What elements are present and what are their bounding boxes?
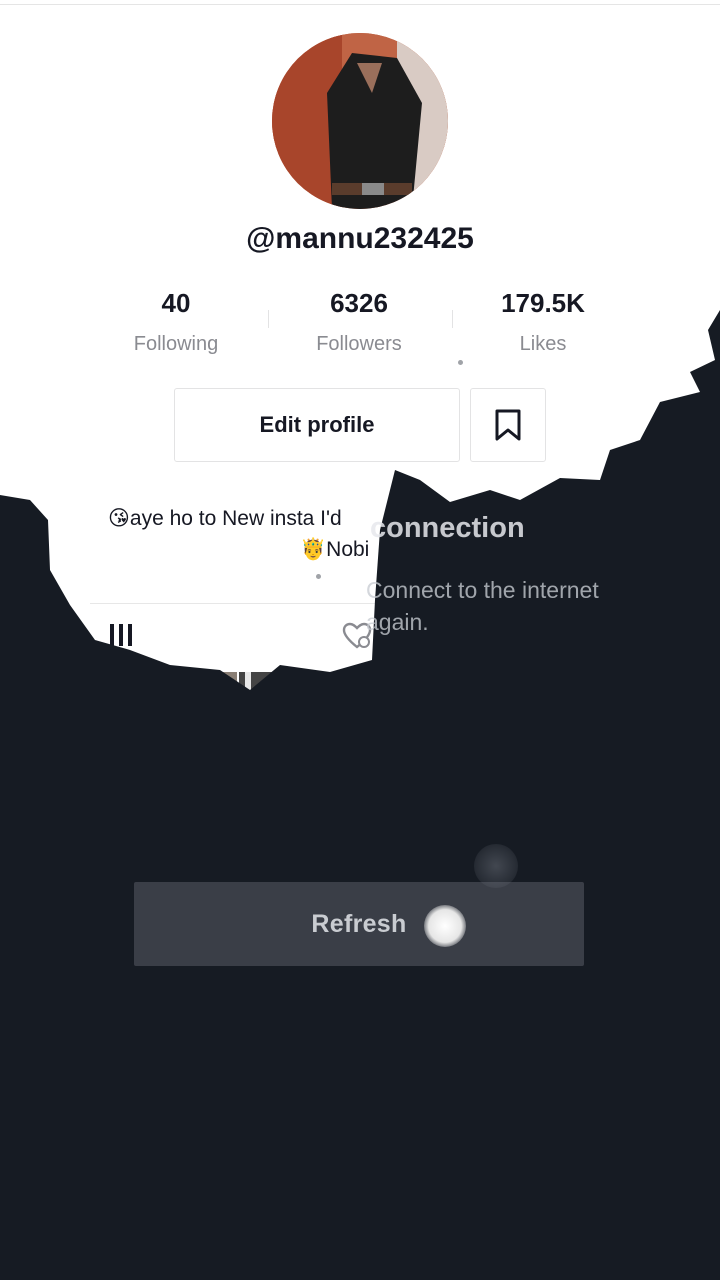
- grid-icon: [110, 624, 132, 646]
- top-divider: [0, 4, 720, 5]
- touch-indicator: [424, 905, 466, 947]
- following-count: 40: [161, 288, 191, 318]
- decor-dot: [458, 360, 463, 365]
- video-thumbnails[interactable]: [165, 672, 370, 742]
- followers-label: Followers: [316, 333, 402, 355]
- tabs-divider: [90, 603, 380, 604]
- stat-followers[interactable]: 6326 Followers: [269, 288, 449, 356]
- bookmark-icon: [495, 409, 521, 441]
- following-label: Following: [133, 333, 219, 355]
- stat-likes[interactable]: 179.5K Likes: [453, 288, 633, 356]
- avatar[interactable]: [272, 33, 448, 209]
- username: @mannu232425: [246, 222, 474, 255]
- refresh-button[interactable]: Refresh: [134, 882, 584, 966]
- no-connection-title: connection: [370, 512, 525, 544]
- followers-count: 6326: [330, 288, 388, 318]
- avatar-image: [272, 33, 448, 209]
- bio-line-2: 🤴Nobi: [300, 538, 370, 561]
- edit-profile-button[interactable]: Edit profile: [174, 388, 460, 462]
- touch-indicator: [474, 844, 518, 888]
- no-connection-message: Connect to the internet again.: [366, 577, 599, 635]
- likes-count: 179.5K: [501, 288, 585, 318]
- decor-dot: [316, 574, 321, 579]
- bio-line-1: 😘aye ho to New insta I'd: [108, 507, 342, 530]
- profile-torn-layer: @mannu232425 40 Following 6326 Followers…: [0, 0, 720, 742]
- likes-label: Likes: [519, 333, 567, 355]
- stat-following[interactable]: 40 Following: [86, 288, 266, 356]
- bookmark-button[interactable]: [470, 388, 546, 462]
- tab-videos[interactable]: [108, 622, 134, 653]
